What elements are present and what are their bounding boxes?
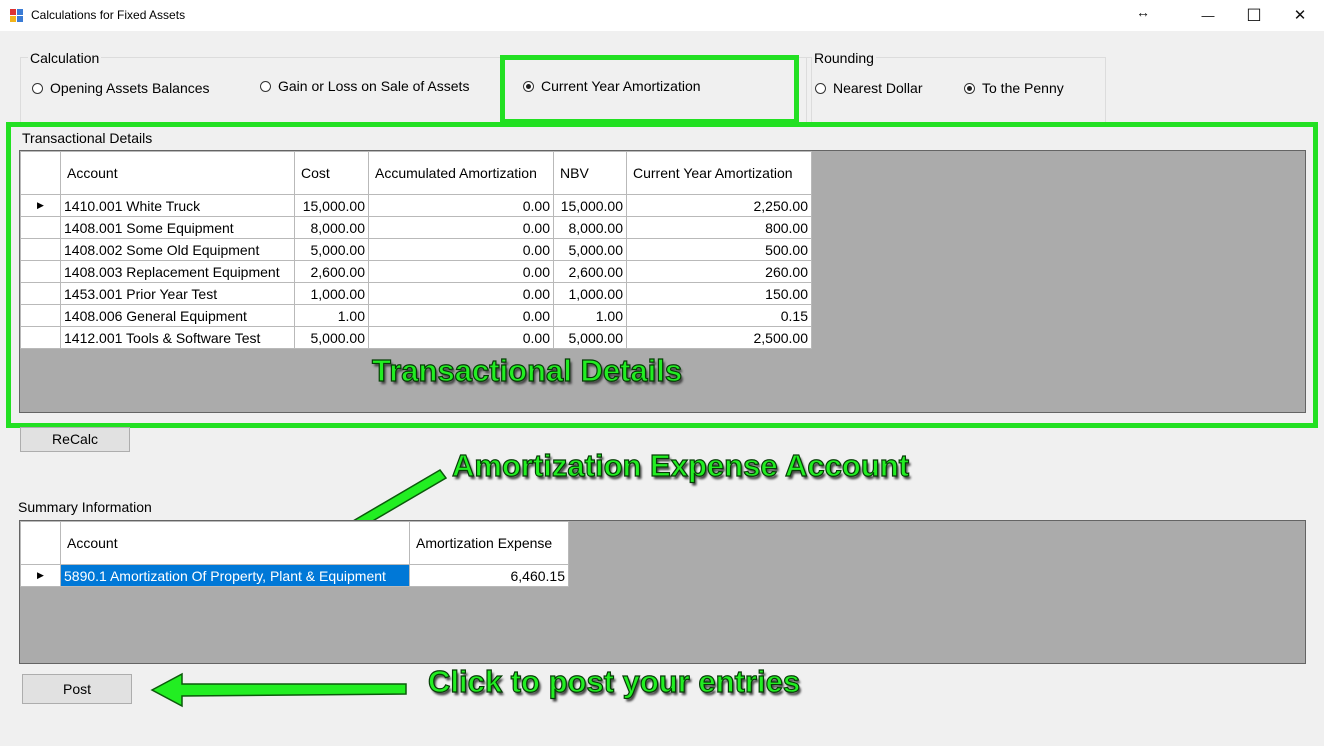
radio-nearest-dollar[interactable]: Nearest Dollar — [815, 80, 922, 96]
current-row-indicator-icon: ▶ — [20, 564, 61, 587]
calculation-group-label: Calculation — [28, 50, 102, 66]
window-title: Calculations for Fixed Assets — [31, 8, 186, 22]
radio-button-icon[interactable] — [815, 82, 826, 94]
radio-to-the-penny[interactable]: To the Penny — [964, 80, 1064, 96]
arrow-to-post-button-icon — [150, 672, 407, 708]
cell-amortization-expense[interactable]: 6,460.15 — [409, 564, 569, 587]
summary-information-label: Summary Information — [18, 499, 152, 515]
resize-icon[interactable]: ↔ — [1120, 0, 1166, 31]
table-header-row: Account Amortization Expense — [20, 521, 569, 565]
radio-opening-assets-balances[interactable]: Opening Assets Balances — [32, 80, 210, 96]
maximize-button[interactable]: ☐ — [1231, 0, 1277, 31]
radio-label: Current Year Amortization — [541, 78, 701, 94]
radio-button-selected-icon[interactable] — [523, 80, 534, 92]
summary-table: Account Amortization Expense ▶ 5890.1 Am… — [20, 521, 569, 587]
radio-button-icon[interactable] — [260, 80, 271, 92]
radio-label: Nearest Dollar — [833, 80, 923, 96]
column-header-account[interactable]: Account — [60, 521, 410, 565]
radio-label: Opening Assets Balances — [50, 80, 210, 96]
cell-account-selected[interactable]: 5890.1 Amortization Of Property, Plant &… — [60, 564, 410, 587]
annotation-post-hint: Click to post your entries — [427, 663, 801, 699]
row-header-corner — [20, 521, 61, 565]
post-button[interactable]: Post — [22, 674, 132, 704]
radio-gain-or-loss[interactable]: Gain or Loss on Sale of Assets — [260, 78, 469, 94]
radio-button-selected-icon[interactable] — [964, 82, 975, 94]
radio-current-year-amortization[interactable]: Current Year Amortization — [523, 78, 701, 94]
table-row[interactable]: ▶ 5890.1 Amortization Of Property, Plant… — [20, 564, 569, 587]
app-icon — [10, 9, 24, 23]
title-bar: Calculations for Fixed Assets ↔ — ☐ ✕ — [0, 0, 1324, 31]
summary-information-grid[interactable]: Account Amortization Expense ▶ 5890.1 Am… — [19, 520, 1306, 664]
annotation-transactional-details: Transactional Details — [371, 352, 683, 388]
radio-label: Gain or Loss on Sale of Assets — [278, 78, 470, 94]
annotation-expense-account: Amortization Expense Account — [451, 447, 910, 483]
rounding-group-label: Rounding — [812, 50, 876, 66]
radio-label: To the Penny — [982, 80, 1064, 96]
recalc-button[interactable]: ReCalc — [20, 427, 130, 452]
minimize-button[interactable]: — — [1185, 0, 1231, 31]
close-button[interactable]: ✕ — [1277, 0, 1323, 31]
column-header-amortization-expense[interactable]: Amortization Expense — [409, 521, 569, 565]
radio-button-icon[interactable] — [32, 82, 43, 94]
